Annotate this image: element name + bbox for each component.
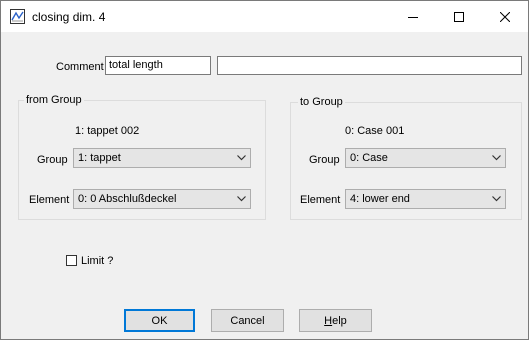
dialog-window: closing dim. 4 Comment total length from… xyxy=(0,0,529,340)
from-group-current: 1: tappet 002 xyxy=(75,125,140,137)
cancel-button-label: Cancel xyxy=(230,314,265,327)
help-button-label: Help xyxy=(324,315,347,327)
close-button[interactable] xyxy=(482,1,528,32)
help-accelerator: H xyxy=(324,314,333,327)
to-group-select[interactable]: 0: Case xyxy=(345,148,506,168)
ok-button[interactable]: OK xyxy=(124,309,195,332)
to-element-label: Element xyxy=(300,194,341,206)
window-title: closing dim. 4 xyxy=(32,10,106,24)
help-button[interactable]: Help xyxy=(299,309,372,332)
to-element-select[interactable]: 4: lower end xyxy=(345,189,506,209)
chevron-down-icon xyxy=(492,155,501,161)
comment-extra-input[interactable] xyxy=(217,56,522,75)
to-group-title: to Group xyxy=(298,96,345,108)
chevron-down-icon xyxy=(492,196,501,202)
minimize-button[interactable] xyxy=(390,1,436,32)
title-bar[interactable]: closing dim. 4 xyxy=(1,1,528,32)
minimize-icon xyxy=(408,16,418,18)
limit-checkbox[interactable] xyxy=(66,255,77,266)
from-element-select[interactable]: 0: 0 Abschlußdeckel xyxy=(73,189,251,209)
app-icon xyxy=(10,9,25,24)
limit-label[interactable]: Limit ? xyxy=(81,255,113,267)
from-element-label: Element xyxy=(29,194,70,206)
from-element-select-value: 0: 0 Abschlußdeckel xyxy=(78,193,177,205)
chevron-down-icon xyxy=(237,196,246,202)
to-group-current: 0: Case 001 xyxy=(345,125,405,137)
comment-label: Comment xyxy=(56,61,104,73)
help-button-label-rest: elp xyxy=(332,314,347,327)
to-element-select-value: 4: lower end xyxy=(350,193,410,205)
from-group-select[interactable]: 1: tappet xyxy=(73,148,251,168)
to-group-select-value: 0: Case xyxy=(350,152,388,164)
from-group-select-value: 1: tappet xyxy=(78,152,121,164)
comment-input[interactable]: total length xyxy=(105,56,211,75)
maximize-button[interactable] xyxy=(436,1,482,32)
chevron-down-icon xyxy=(237,155,246,161)
from-group-label: Group xyxy=(37,154,68,166)
to-group-label: Group xyxy=(309,154,340,166)
close-icon xyxy=(500,11,510,22)
from-group-title: from Group xyxy=(24,94,84,106)
ok-button-label: OK xyxy=(151,314,168,327)
cancel-button[interactable]: Cancel xyxy=(211,309,284,332)
maximize-icon xyxy=(454,11,464,22)
